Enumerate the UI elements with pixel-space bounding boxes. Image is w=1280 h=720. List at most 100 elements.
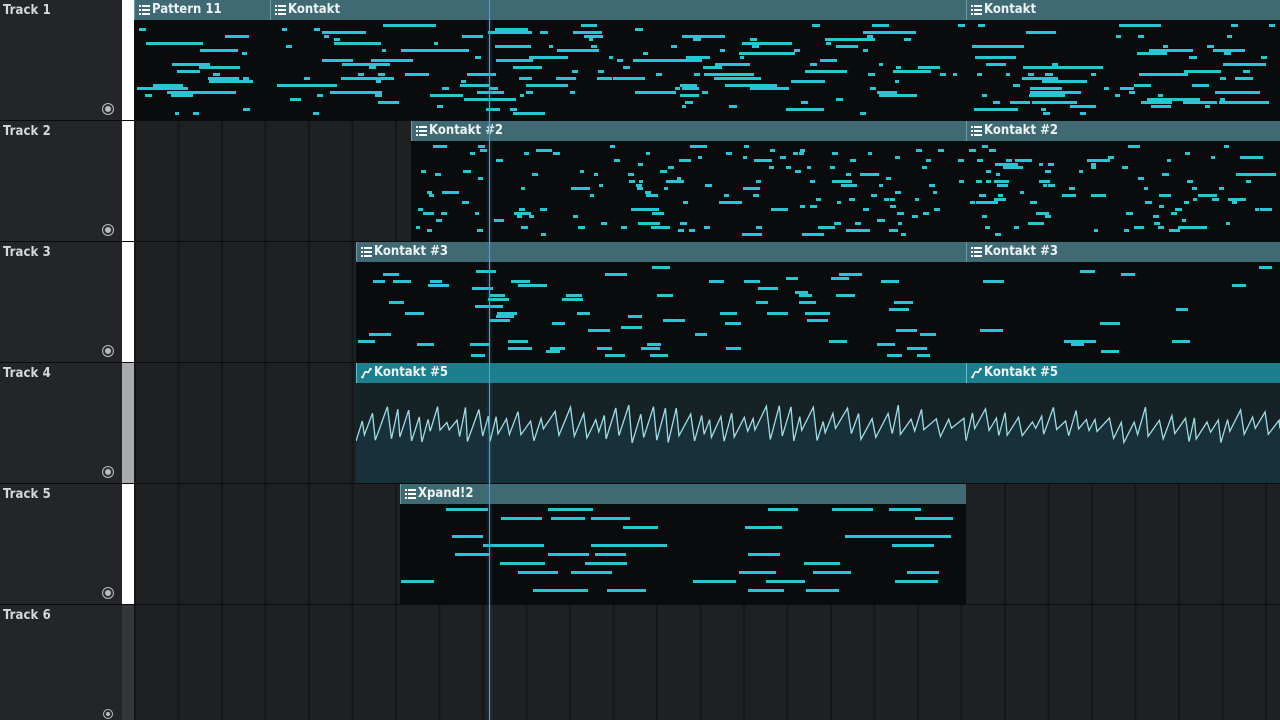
clip-xpand-2[interactable]: Xpand!2 — [400, 484, 966, 604]
track-mute-icon[interactable] — [103, 467, 113, 477]
track-mute-icon[interactable] — [103, 346, 113, 356]
playhead[interactable] — [489, 0, 490, 720]
track-mute-icon[interactable] — [103, 225, 113, 235]
note — [679, 222, 687, 225]
note — [207, 76, 240, 80]
clip-kontakt-2[interactable]: Kontakt #2 — [411, 121, 966, 241]
clip-header[interactable]: Kontakt #5 — [966, 363, 1280, 383]
note — [918, 66, 940, 69]
track-mute-icon[interactable] — [104, 710, 112, 718]
note — [1107, 155, 1114, 159]
note — [908, 535, 952, 538]
note — [809, 204, 817, 208]
clip-header[interactable]: Kontakt #3 — [356, 242, 966, 262]
note — [982, 94, 987, 97]
track-activity-bar[interactable] — [122, 121, 134, 241]
note — [981, 215, 988, 218]
note — [1068, 66, 1091, 69]
clip-kontakt-3[interactable]: Kontakt #3 — [356, 242, 966, 362]
note — [1218, 101, 1270, 104]
note — [770, 148, 776, 152]
note — [533, 589, 564, 592]
note — [807, 318, 828, 322]
note — [994, 232, 1001, 236]
track-name: Track 5 — [3, 487, 51, 502]
note — [1091, 166, 1096, 169]
note — [901, 232, 906, 236]
clip-kontakt[interactable]: Kontakt — [966, 0, 1280, 120]
note — [957, 24, 966, 27]
note — [1100, 322, 1121, 325]
note — [1134, 225, 1145, 229]
track-lane[interactable]: Kontakt #2 Kontakt #2 — [134, 121, 1280, 241]
track-mute-icon[interactable] — [103, 104, 113, 114]
track-lane[interactable]: Pattern 11 Kontakt Kontakt — [134, 0, 1280, 120]
track-activity-bar[interactable] — [122, 242, 134, 362]
note — [986, 62, 1007, 66]
note — [495, 315, 509, 318]
clip-title: Kontakt — [984, 2, 1037, 17]
note — [1214, 90, 1261, 94]
note — [894, 190, 901, 194]
track-header[interactable]: Track 1 — [0, 0, 123, 120]
note — [593, 173, 599, 176]
track-lane[interactable] — [134, 605, 1280, 720]
note — [490, 87, 498, 90]
clip-header[interactable]: Xpand!2 — [400, 484, 966, 504]
note — [812, 24, 821, 27]
track-header[interactable]: Track 5 — [0, 484, 123, 604]
clip-header[interactable]: Kontakt #3 — [966, 242, 1280, 262]
track-activity-bar[interactable] — [122, 484, 134, 604]
note — [1079, 269, 1096, 273]
playlist: Track 1 Pattern 11 Kontakt Kontakt Track… — [0, 0, 1280, 720]
track-lane[interactable]: Xpand!2 — [134, 484, 1280, 604]
track-header[interactable]: Track 3 — [0, 242, 123, 362]
note — [577, 225, 585, 229]
note — [493, 218, 505, 222]
track-header[interactable]: Track 4 — [0, 363, 123, 483]
track-activity-bar[interactable] — [122, 363, 134, 483]
clip-header[interactable]: Kontakt #2 — [966, 121, 1280, 141]
note — [742, 41, 786, 45]
note — [977, 159, 983, 162]
note — [825, 41, 832, 45]
track-lane[interactable]: Kontakt #3 Kontakt #3 — [134, 242, 1280, 362]
pattern-clip-icon — [405, 489, 416, 499]
note — [694, 332, 707, 336]
track-header[interactable]: Track 2 — [0, 121, 123, 241]
track-activity-bar[interactable] — [122, 0, 134, 120]
note — [1038, 162, 1043, 166]
clip-header[interactable]: Kontakt #5 — [356, 363, 966, 383]
note — [527, 283, 548, 287]
note — [1048, 162, 1055, 166]
clip-kontakt-3[interactable]: Kontakt #3 — [966, 242, 1280, 362]
track-activity-bar[interactable] — [122, 605, 134, 720]
track-5: Track 5 Xpand!2 — [0, 484, 1280, 605]
clip-header[interactable]: Kontakt #2 — [411, 121, 966, 141]
clip-kontakt-5-automation[interactable]: Kontakt #5 — [356, 363, 966, 483]
note — [683, 201, 689, 204]
note — [541, 232, 547, 236]
clip-pattern-11[interactable]: Pattern 11 — [134, 0, 270, 120]
track-lane[interactable]: Kontakt #5 Kontakt #5 — [134, 363, 1280, 483]
note — [526, 76, 532, 80]
note — [1235, 173, 1258, 176]
note — [724, 83, 777, 87]
clip-header[interactable]: Kontakt — [270, 0, 966, 20]
track-mute-icon[interactable] — [103, 588, 113, 598]
track-1: Track 1 Pattern 11 Kontakt Kontakt — [0, 0, 1280, 121]
note — [314, 27, 320, 31]
note — [648, 208, 659, 211]
clip-header[interactable]: Kontakt — [966, 0, 1280, 20]
clip-header[interactable]: Pattern 11 — [134, 0, 270, 20]
track-header[interactable]: Track 6 — [0, 605, 123, 720]
note — [456, 553, 488, 556]
note — [1225, 222, 1231, 225]
note — [850, 159, 856, 162]
note — [880, 218, 886, 222]
clip-kontakt-2[interactable]: Kontakt #2 — [966, 121, 1280, 241]
clip-kontakt[interactable]: Kontakt — [270, 0, 966, 120]
note — [475, 211, 480, 215]
note — [476, 229, 484, 232]
clip-kontakt-5-automation[interactable]: Kontakt #5 — [966, 363, 1280, 483]
